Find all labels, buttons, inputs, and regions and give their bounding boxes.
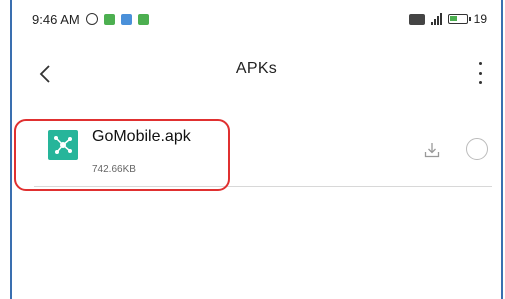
status-time: 9:46 AM [32,11,80,27]
phone-screen: 9:46 AM 19 APKs GoMobile.apk 742.66KB [10,0,503,299]
notification-app-icon [120,13,132,25]
sim-icon [408,13,425,25]
select-checkbox[interactable] [466,138,488,160]
notification-app-icon [103,13,115,25]
page-title: APKs [235,60,278,77]
alarm-icon [85,13,98,25]
apk-file-icon [48,130,78,160]
status-bar: 9:46 AM 19 [12,0,501,38]
signal-icon [430,13,442,25]
file-size: 742.66KB [92,164,136,175]
file-list-item[interactable]: GoMobile.apk 742.66KB [34,120,492,187]
notification-app-icon [137,13,149,25]
app-bar: APKs [12,46,501,102]
more-options-button[interactable] [477,62,483,84]
file-name: GoMobile.apk [92,128,191,145]
battery-level: 19 [473,12,487,26]
battery-icon [447,14,471,24]
download-icon[interactable] [424,142,440,158]
